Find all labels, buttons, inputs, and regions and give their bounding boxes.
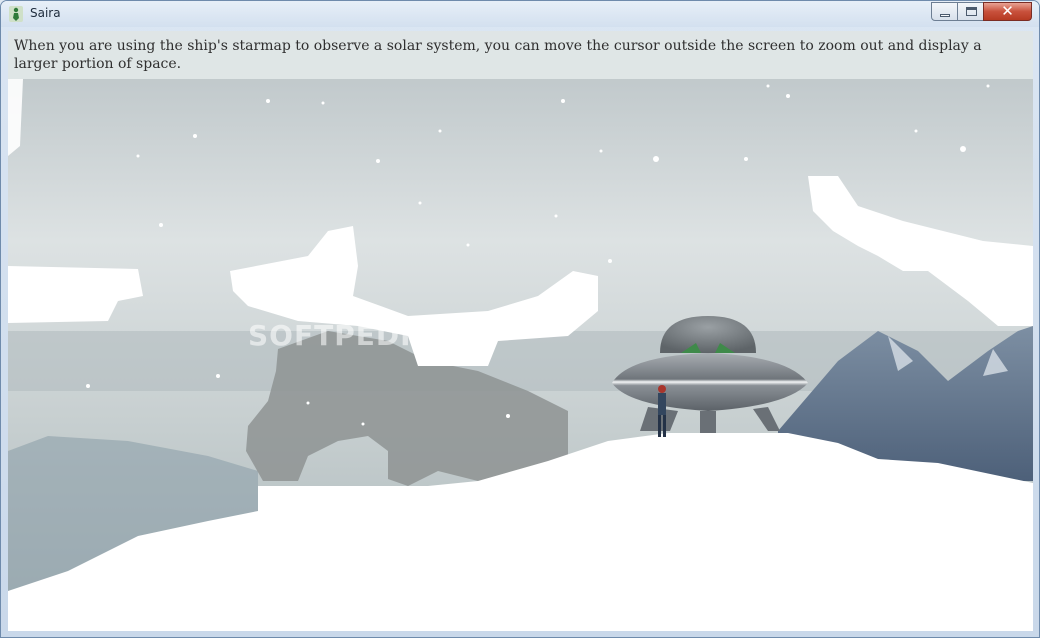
maximize-button[interactable] <box>957 2 984 21</box>
character-body <box>658 393 666 415</box>
close-button[interactable]: ✕ <box>983 2 1032 21</box>
minimize-button[interactable] <box>931 2 958 21</box>
softpedia-watermark: SOFTPEDIA <box>248 319 435 352</box>
application-window: Saira ✕ SOFTPEDIA When you are using the… <box>0 0 1040 638</box>
character-leg-left <box>658 415 661 437</box>
window-title: Saira <box>30 6 61 20</box>
saira-figure-icon <box>9 6 23 22</box>
ship-leg-center <box>700 411 716 433</box>
character-head <box>658 385 666 393</box>
close-icon: ✕ <box>1001 2 1014 20</box>
tutorial-hint-text: When you are using the ship's starmap to… <box>14 38 982 72</box>
minimize-icon <box>940 14 950 17</box>
character-leg-right <box>663 415 666 437</box>
tutorial-hint-bar: When you are using the ship's starmap to… <box>8 31 1033 79</box>
title-bar[interactable]: Saira ✕ <box>1 1 1039 27</box>
maximize-icon <box>966 7 977 16</box>
game-viewport[interactable]: SOFTPEDIA When you are using the ship's … <box>8 31 1033 631</box>
game-scene <box>8 31 1033 631</box>
